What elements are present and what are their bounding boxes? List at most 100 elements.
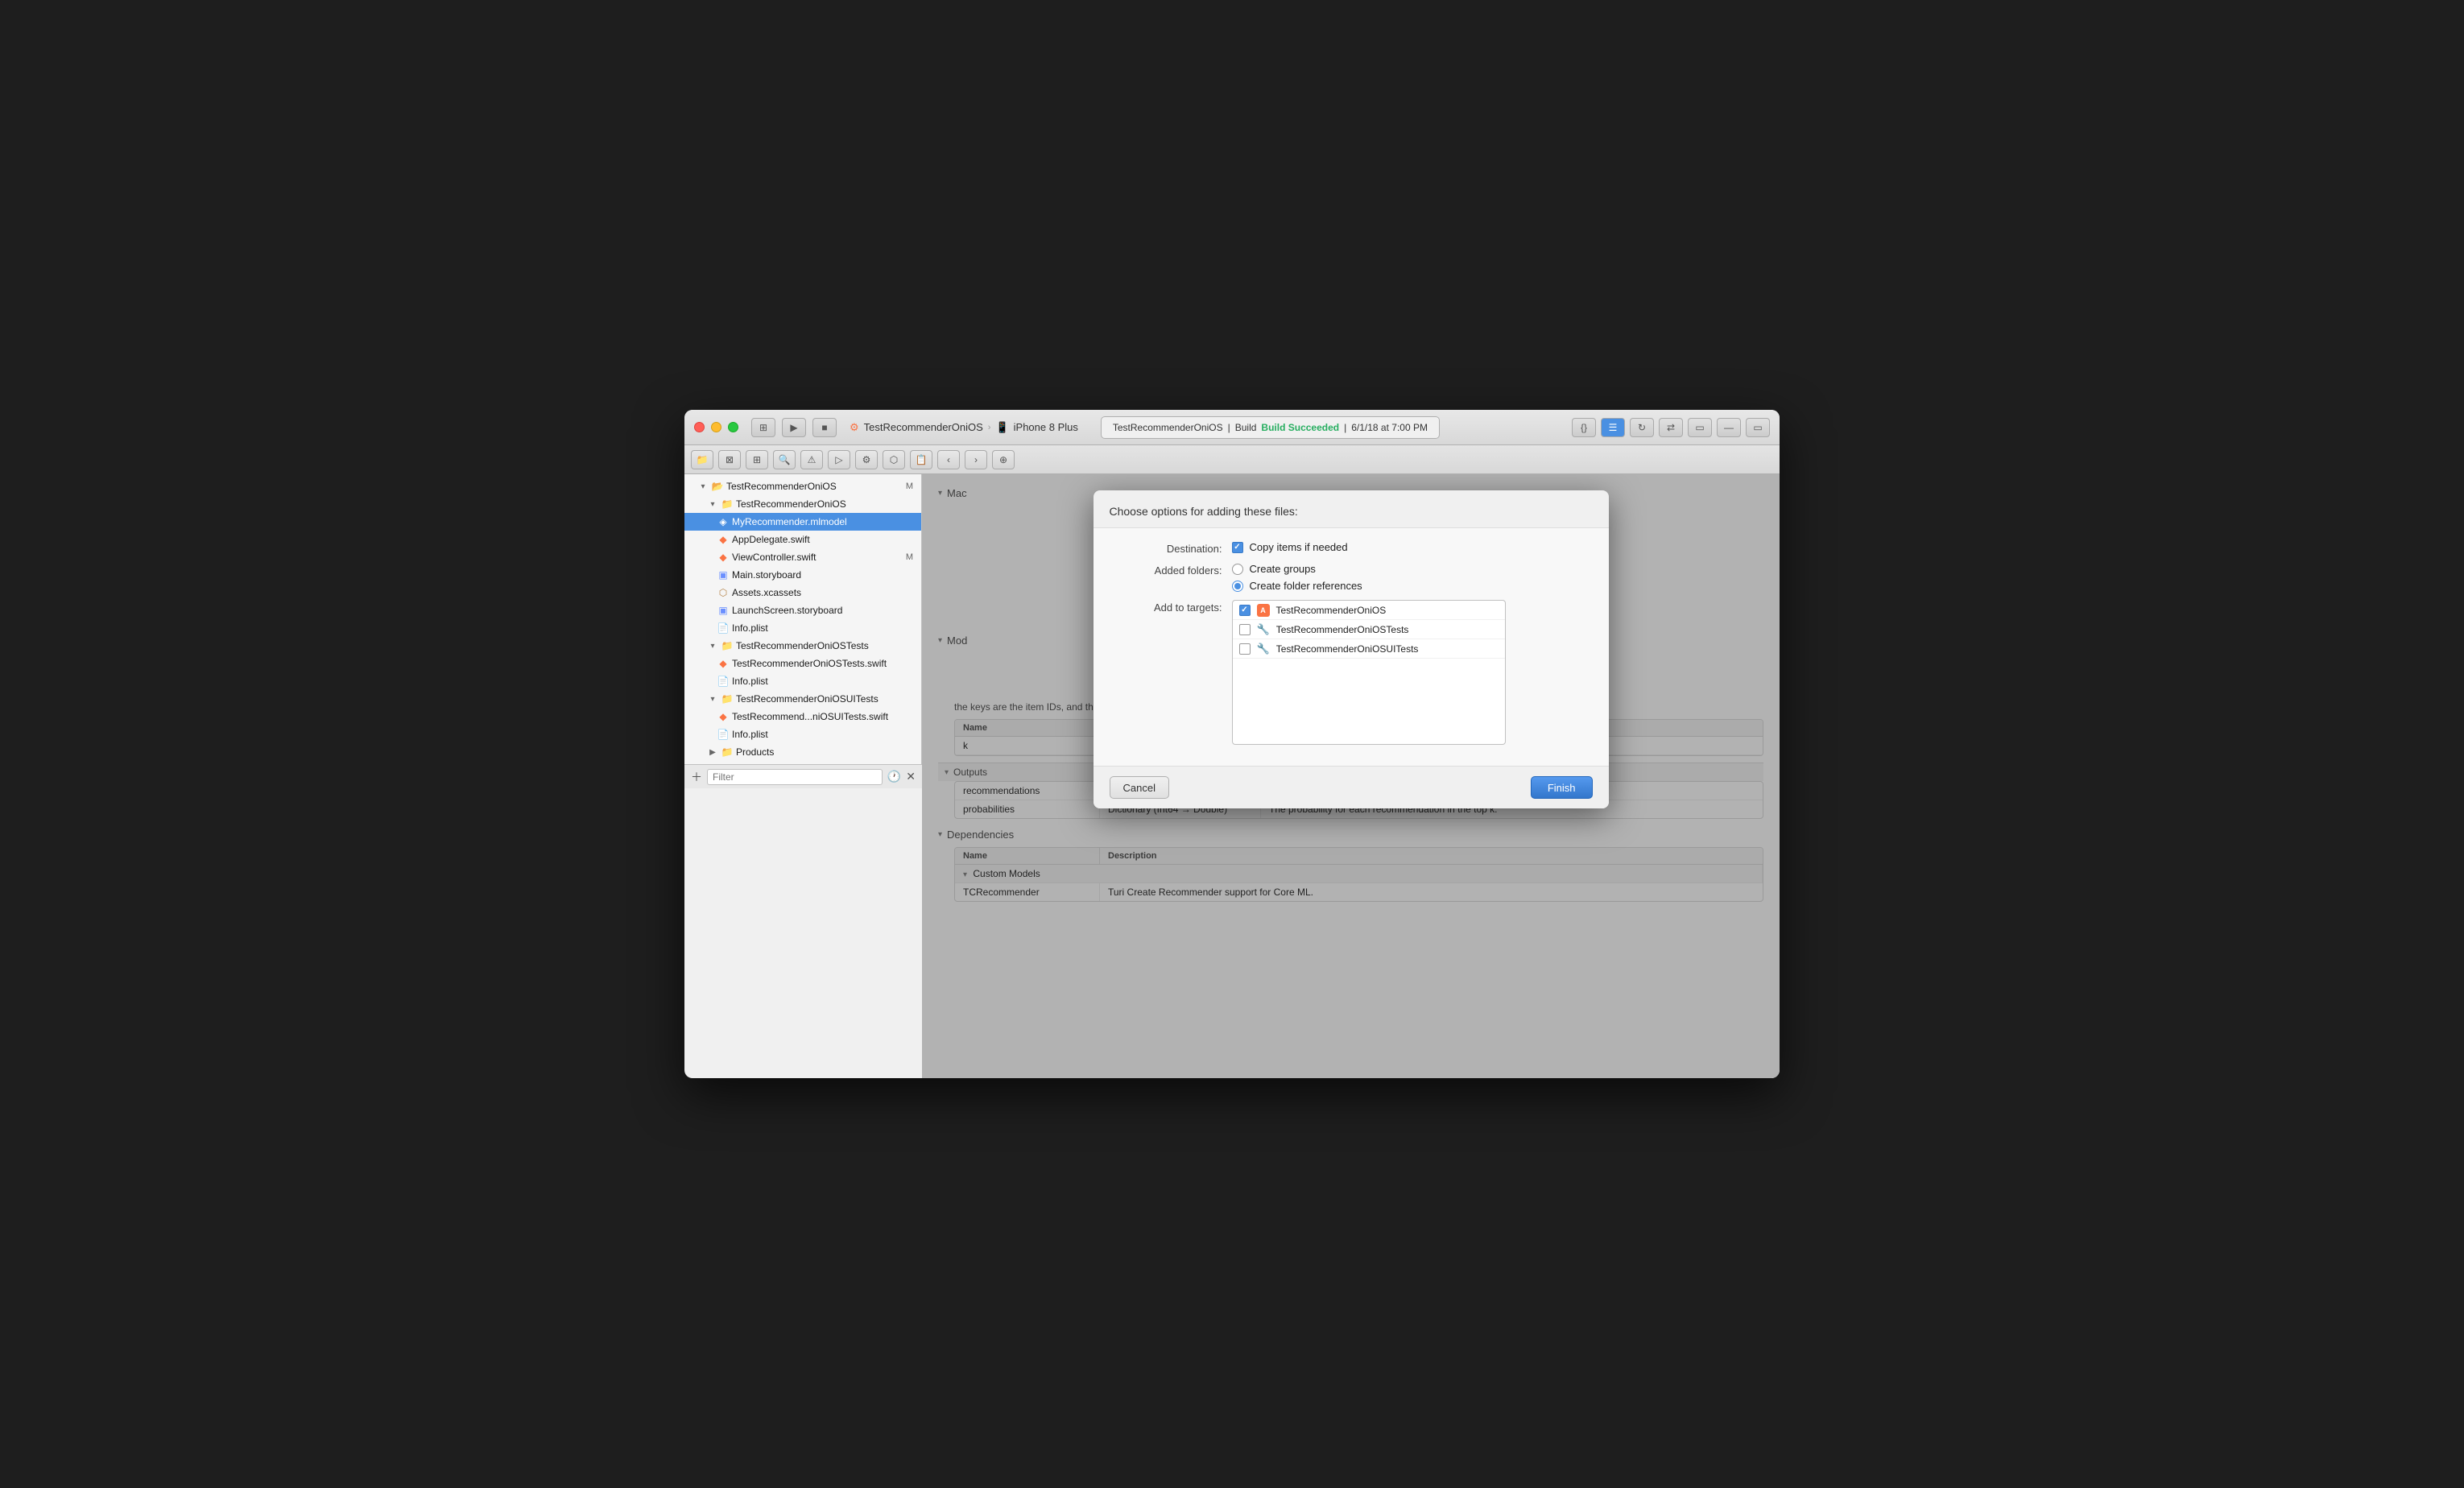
- minimize-button[interactable]: [711, 422, 721, 432]
- sidebar-toggle-button[interactable]: ⊞: [751, 418, 775, 437]
- cancel-button[interactable]: Cancel: [1110, 776, 1169, 799]
- folder-uitests-icon: 📁: [721, 693, 734, 705]
- disclosure-products: ▶: [707, 746, 718, 758]
- nav-forward-btn[interactable]: ›: [965, 450, 987, 469]
- device-icon: 📱: [995, 421, 1008, 434]
- create-groups-radio[interactable]: [1232, 564, 1243, 575]
- destination-controls: Copy items if needed: [1232, 541, 1348, 553]
- project-name[interactable]: TestRecommenderOniOS: [864, 421, 983, 433]
- sidebar-item-infoplist-main[interactable]: 📄 Info.plist: [684, 619, 921, 637]
- recent-files-button[interactable]: 🕐: [887, 770, 901, 783]
- code-view-button[interactable]: {}: [1572, 418, 1596, 437]
- disclosure-tests: ▾: [707, 640, 718, 651]
- create-folder-refs-label: Create folder references: [1250, 580, 1362, 592]
- copy-items-row: Copy items if needed: [1232, 541, 1348, 553]
- sidebar-item-group-uitests[interactable]: ▾ 📁 TestRecommenderOniOSUITests: [684, 690, 921, 708]
- modal-body: Destination: Copy items if needed Added …: [1094, 528, 1609, 766]
- target-uitests-checkbox[interactable]: [1239, 643, 1251, 655]
- nav-back-btn[interactable]: ‹: [937, 450, 960, 469]
- main-tab[interactable]: TestRecommenderOniOS | Build Build Succe…: [1101, 416, 1440, 439]
- mlmodel-icon: ◈: [717, 516, 730, 527]
- breadcrumb: ⚙ TestRecommenderOniOS › 📱 iPhone 8 Plus: [850, 421, 1078, 434]
- folder-main-icon: 📁: [721, 498, 734, 510]
- clear-filter-button[interactable]: ✕: [906, 770, 916, 783]
- plist-icon-main: 📄: [717, 622, 730, 634]
- editor-button[interactable]: ☰: [1601, 418, 1625, 437]
- sidebar-item-root-project[interactable]: ▾ 📂 TestRecommenderOniOS M: [684, 477, 921, 495]
- copy-items-label: Copy items if needed: [1250, 541, 1348, 553]
- target-tests-label: TestRecommenderOniOSTests: [1276, 624, 1409, 635]
- sidebar-item-products[interactable]: ▶ 📁 Products: [684, 743, 921, 761]
- sidebar-label-mlmodel: MyRecommender.mlmodel: [732, 516, 847, 527]
- issue-navigator-btn[interactable]: ⚠: [800, 450, 823, 469]
- titlebar: ⊞ ▶ ■ ⚙ TestRecommenderOniOS › 📱 iPhone …: [684, 410, 1780, 445]
- sidebar-item-group-main[interactable]: ▾ 📁 TestRecommenderOniOS: [684, 495, 921, 513]
- added-folders-label: Added folders:: [1110, 563, 1222, 577]
- add-btn[interactable]: ⊕: [992, 450, 1015, 469]
- sidebar-item-group-tests[interactable]: ▾ 📁 TestRecommenderOniOSTests: [684, 637, 921, 655]
- file-navigator: ▾ 📂 TestRecommenderOniOS M ▾ 📁 TestRecom…: [684, 474, 922, 764]
- sidebar-label-uitests: TestRecommenderOniOSUITests: [736, 693, 879, 705]
- added-folders-row: Added folders: Create groups Create fold…: [1110, 563, 1593, 592]
- sidebar-item-infoplist-tests[interactable]: 📄 Info.plist: [684, 672, 921, 690]
- utilities-button[interactable]: ▭: [1746, 418, 1770, 437]
- sidebar-item-infoplist-uitests[interactable]: 📄 Info.plist: [684, 725, 921, 743]
- build-status: Build Succeeded: [1261, 422, 1339, 433]
- target-main-row[interactable]: A TestRecommenderOniOS: [1233, 601, 1505, 620]
- sidebar-item-testsswift[interactable]: ◆ TestRecommenderOniOSTests.swift: [684, 655, 921, 672]
- sidebar-item-uitestsswift[interactable]: ◆ TestRecommend...niOSUITests.swift: [684, 708, 921, 725]
- maximize-button[interactable]: [728, 422, 738, 432]
- file-navigator-btn[interactable]: 📁: [691, 450, 713, 469]
- device-name[interactable]: iPhone 8 Plus: [1014, 421, 1078, 433]
- target-tests-checkbox[interactable]: [1239, 624, 1251, 635]
- added-folders-controls: Create groups Create folder references: [1232, 563, 1362, 592]
- targets-box: A TestRecommenderOniOS 🔧 TestRecommender…: [1232, 600, 1506, 745]
- create-folder-refs-radio[interactable]: [1232, 581, 1243, 592]
- target-main-app-icon: A: [1257, 604, 1270, 617]
- create-groups-label: Create groups: [1250, 563, 1316, 575]
- stop-button[interactable]: ■: [812, 418, 837, 437]
- sidebar-label-products: Products: [736, 746, 774, 758]
- source-control-btn[interactable]: ⊠: [718, 450, 741, 469]
- add-file-button[interactable]: ＋: [691, 769, 702, 785]
- swift-icon-viewcontroller: ◆: [717, 552, 730, 563]
- sidebar-footer: ＋ 🕐 ✕: [684, 764, 922, 788]
- target-tests-row[interactable]: 🔧 TestRecommenderOniOSTests: [1233, 620, 1505, 639]
- target-uitests-row[interactable]: 🔧 TestRecommenderOniOSUITests: [1233, 639, 1505, 659]
- sidebar-label-infoplist-uitests: Info.plist: [732, 729, 768, 740]
- sidebar-item-assets[interactable]: ⬡ Assets.xcassets: [684, 584, 921, 601]
- sidebar-item-appdelegate[interactable]: ◆ AppDelegate.swift: [684, 531, 921, 548]
- search-navigator-btn[interactable]: 🔍: [773, 450, 796, 469]
- close-button[interactable]: [694, 422, 705, 432]
- sidebar-item-mainstoryboard[interactable]: ▣ Main.storyboard: [684, 566, 921, 584]
- debug-navigator-btn[interactable]: ⚙: [855, 450, 878, 469]
- report-btn[interactable]: 📋: [910, 450, 932, 469]
- add-to-targets-label: Add to targets:: [1110, 600, 1222, 614]
- sidebar-item-viewcontroller[interactable]: ◆ ViewController.swift M: [684, 548, 921, 566]
- symbol-navigator-btn[interactable]: ⊞: [746, 450, 768, 469]
- sidebar-item-mlmodel[interactable]: ◈ MyRecommender.mlmodel: [684, 513, 921, 531]
- assistant-button[interactable]: ↻: [1630, 418, 1654, 437]
- version-button[interactable]: ⇄: [1659, 418, 1683, 437]
- finish-button[interactable]: Finish: [1531, 776, 1593, 799]
- sidebar-label-testsswift: TestRecommenderOniOSTests.swift: [732, 658, 887, 669]
- sidebar-item-launchscreen[interactable]: ▣ LaunchScreen.storyboard: [684, 601, 921, 619]
- sidebar-label-viewcontroller: ViewController.swift: [732, 552, 816, 563]
- modal-overlay: Choose options for adding these files: D…: [922, 474, 1780, 1078]
- toolbar: 📁 ⊠ ⊞ 🔍 ⚠ ▷ ⚙ ⬡ 📋 ‹ › ⊕: [684, 445, 1780, 474]
- debug-button[interactable]: —: [1717, 418, 1741, 437]
- storyboard-icon-main: ▣: [717, 569, 730, 581]
- folder-products-icon: 📁: [721, 746, 734, 758]
- add-files-modal: Choose options for adding these files: D…: [1094, 490, 1609, 808]
- modal-footer: Cancel Finish: [1094, 766, 1609, 808]
- copy-items-checkbox[interactable]: [1232, 542, 1243, 553]
- run-button[interactable]: ▶: [782, 418, 806, 437]
- create-groups-row: Create groups: [1232, 563, 1362, 575]
- sidebar-label-appdelegate: AppDelegate.swift: [732, 534, 810, 545]
- target-main-checkbox[interactable]: [1239, 605, 1251, 616]
- navigator-button[interactable]: ▭: [1688, 418, 1712, 437]
- target-uitests-icon: 🔧: [1257, 643, 1270, 655]
- test-navigator-btn[interactable]: ▷: [828, 450, 850, 469]
- breakpoint-btn[interactable]: ⬡: [883, 450, 905, 469]
- filter-input[interactable]: [707, 769, 883, 785]
